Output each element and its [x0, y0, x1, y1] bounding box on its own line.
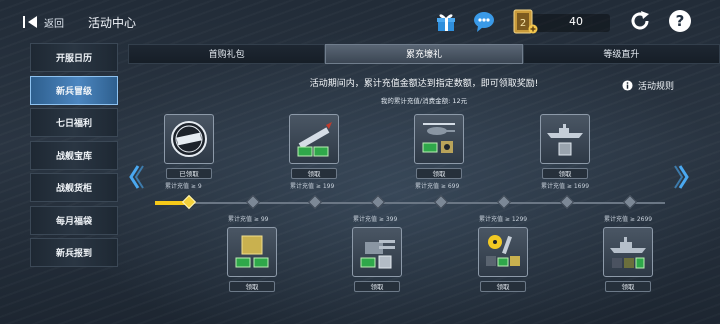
sidebar-item-recruit-levelup[interactable]: 新兵冒级 — [30, 75, 118, 105]
tab-bar: 首购礼包 累充壕礼 等级直升 — [128, 44, 720, 64]
reward-card: 领取 累计充值 ≥ 199 — [286, 114, 342, 190]
chat-icon[interactable] — [472, 9, 496, 33]
progress-track — [155, 202, 665, 204]
tab-first-purchase[interactable]: 首购礼包 — [128, 44, 326, 64]
back-button[interactable]: 返回 — [22, 14, 64, 30]
sidebar-item-label: 战舰货柜 — [55, 184, 92, 194]
sidebar-item-monthly-lucky-bag[interactable]: 每月福袋 — [30, 205, 118, 235]
reward-threshold-label: 累计充值 ≥ 99 — [228, 216, 269, 223]
reward-threshold-label: 累计充值 ≥ 9 — [165, 183, 202, 190]
currency-value: 40 — [569, 15, 583, 28]
sidebar-item-recruit-checkin[interactable]: 新兵报到 — [30, 238, 118, 267]
reward-card: 已领取 累计充值 ≥ 9 — [161, 114, 217, 190]
armor-plate-item-icon — [235, 235, 269, 268]
reward-item-slot[interactable] — [227, 227, 277, 277]
sidebar-item-battleship-cargo[interactable]: 战舰货柜 — [30, 173, 118, 202]
activity-sidebar: 开服日历 新兵冒级 七日福利 战舰宝库 战舰货柜 每月福袋 新兵报到 — [30, 43, 118, 271]
sidebar-item-label: 七日福利 — [55, 119, 92, 129]
back-arrow-icon — [23, 16, 37, 28]
sidebar-item-label: 新兵报到 — [55, 249, 92, 259]
reward-card: 累计充值 ≥ 2699 领取 — [600, 214, 656, 292]
nuclear-item-icon — [486, 235, 520, 267]
reward-card: 累计充值 ≥ 1299 领取 — [475, 214, 531, 292]
sidebar-item-battleship-treasury[interactable]: 战舰宝库 — [30, 140, 118, 170]
missile-item-icon — [297, 122, 332, 157]
claim-button[interactable]: 领取 — [480, 281, 526, 292]
reward-threshold-label: 累计充值 ≥ 1299 — [479, 216, 528, 223]
currency-display: 2 40 — [512, 8, 612, 36]
sidebar-item-seven-day-welfare[interactable]: 七日福利 — [30, 108, 118, 137]
refresh-icon[interactable] — [628, 9, 652, 33]
page-title: 活动中心 — [88, 16, 137, 30]
reward-item-slot[interactable] — [414, 114, 464, 164]
sidebar-item-label: 开服日历 — [55, 54, 92, 64]
reward-item-slot[interactable] — [352, 227, 402, 277]
reward-item-slot[interactable] — [540, 114, 590, 164]
rules-label: 活动规则 — [638, 82, 675, 92]
carousel-left-arrow-icon[interactable] — [128, 164, 144, 190]
tab-level-boost[interactable]: 等级直升 — [522, 44, 720, 64]
warship-item-icon — [610, 237, 646, 269]
event-rules-button[interactable]: 活动规则 — [622, 79, 674, 92]
gift-icon[interactable] — [434, 9, 458, 33]
reward-card: 累计充值 ≥ 99 领取 — [224, 214, 280, 292]
reward-item-slot[interactable] — [603, 227, 653, 277]
back-label: 返回 — [44, 18, 64, 30]
reward-item-slot[interactable] — [164, 114, 214, 164]
claim-button[interactable]: 领取 — [542, 168, 588, 179]
reward-card: 领取 累计充值 ≥ 1699 — [537, 114, 593, 190]
carousel-right-arrow-icon[interactable] — [674, 164, 690, 190]
cumulative-amount-text: 我的累计充值/消费金额: 12元 — [380, 97, 468, 105]
claimed-stamp-icon — [171, 121, 207, 157]
claimed-button[interactable]: 已领取 — [166, 168, 212, 179]
reward-threshold-label: 累计充值 ≥ 699 — [415, 183, 460, 190]
reward-card: 领取 累计充值 ≥ 699 — [411, 114, 467, 190]
reward-threshold-label: 累计充值 ≥ 199 — [290, 183, 335, 190]
sidebar-item-label: 新兵冒级 — [55, 86, 92, 97]
help-icon[interactable]: ? — [668, 9, 692, 33]
claim-button[interactable]: 领取 — [229, 281, 275, 292]
reward-item-slot[interactable] — [478, 227, 528, 277]
reward-card: 累计充值 ≥ 399 领取 — [349, 214, 405, 292]
sidebar-item-launch-calendar[interactable]: 开服日历 — [30, 43, 118, 72]
claim-button[interactable]: 领取 — [605, 281, 651, 292]
claim-button[interactable]: 领取 — [291, 168, 337, 179]
reward-threshold-label: 累计充值 ≥ 2699 — [604, 216, 653, 223]
reward-item-slot[interactable] — [289, 114, 339, 164]
info-icon — [622, 80, 633, 91]
sidebar-item-label: 每月福袋 — [55, 216, 92, 227]
battleship-item-icon — [547, 124, 583, 156]
tab-cumulative-recharge[interactable]: 累充壕礼 — [325, 44, 523, 64]
claim-button[interactable]: 领取 — [416, 168, 462, 179]
currency-card-icon[interactable]: 2 — [512, 9, 538, 35]
reward-threshold-label: 累计充值 ≥ 399 — [353, 216, 398, 223]
gun-turret-item-icon — [360, 240, 395, 269]
sidebar-item-label: 战舰宝库 — [55, 151, 92, 162]
reward-threshold-label: 累计充值 ≥ 1699 — [541, 183, 590, 190]
top-bar: 返回 活动中心 2 40 ? — [0, 0, 720, 44]
helicopter-item-icon — [422, 123, 455, 153]
svg-text:2: 2 — [520, 18, 526, 29]
svg-text:?: ? — [676, 12, 685, 30]
claim-button[interactable]: 领取 — [354, 281, 400, 292]
